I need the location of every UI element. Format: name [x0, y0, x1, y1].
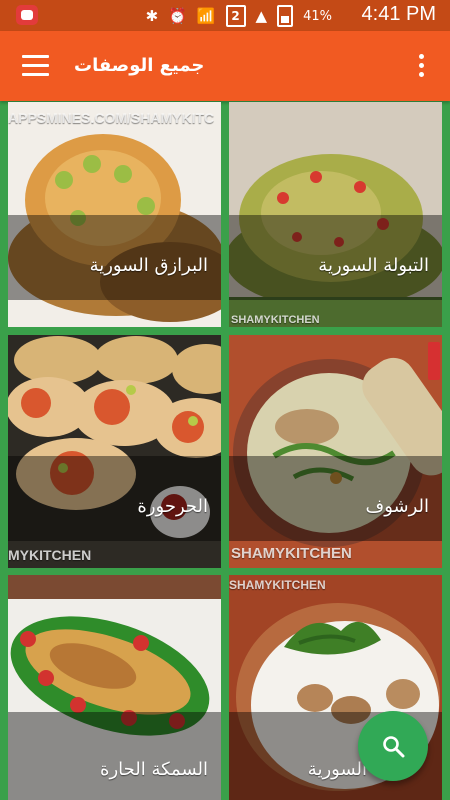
bluetooth-icon: ✱	[145, 7, 159, 25]
status-time: 4:41 PM	[361, 3, 436, 25]
search-icon	[383, 736, 405, 758]
recipe-card-spicy-fish[interactable]: السمكة الحارة	[8, 575, 221, 800]
recipe-label-overlay: السمكة الحارة	[8, 712, 221, 800]
photo-watermark: SHAMYKITCHEN	[231, 314, 320, 326]
recipe-label-overlay: الحرحورة	[8, 456, 221, 541]
sim-badge: 2	[225, 5, 246, 27]
status-bar: ✱ ⏰ 📶 2 ▲ 41% 4:41 PM	[0, 0, 450, 31]
recipe-grid: SHAMYKITCHEN التبولة السورية APPSMINES.C…	[0, 101, 450, 800]
app-bar: جميع الوصفات	[0, 31, 450, 101]
battery-percent: 41%	[303, 8, 332, 24]
recipe-card-rashouf[interactable]: SHAMYKITCHEN الرشوف	[229, 335, 442, 568]
alarm-icon: ⏰	[168, 7, 187, 25]
status-icons: ✱ ⏰ 📶 2 ▲ 41%	[146, 4, 332, 28]
battery-icon	[277, 5, 294, 27]
search-fab[interactable]	[358, 711, 428, 781]
recipe-title: البرازق السورية	[89, 255, 208, 276]
hamburger-menu-icon[interactable]	[22, 55, 49, 76]
recipe-title: الرشوف	[365, 496, 429, 517]
wifi-icon: 📶	[196, 7, 216, 25]
recipe-title: السورية	[307, 759, 367, 780]
recipe-card-tabbouleh[interactable]: SHAMYKITCHEN التبولة السورية	[229, 102, 442, 327]
recipe-card-barazek[interactable]: APPSMINES.COM/SHAMYKITC البرازق السورية	[8, 102, 221, 327]
photo-watermark: MYKITCHEN	[8, 547, 92, 563]
photo-watermark: APPSMINES.COM/SHAMYKITC	[8, 110, 215, 126]
recipe-card-harhoura[interactable]: MYKITCHEN الحرحورة	[8, 335, 221, 568]
vertical-dots-icon[interactable]	[418, 54, 426, 78]
app-notification-icon	[16, 5, 38, 25]
signal-icon: ▲	[255, 7, 268, 25]
recipe-label-overlay: الرشوف	[229, 456, 442, 541]
page-title: جميع الوصفات	[74, 55, 205, 76]
recipe-label-overlay: التبولة السورية	[229, 215, 442, 300]
recipe-label-overlay: البرازق السورية	[8, 215, 221, 300]
photo-watermark: SHAMYKITCHEN	[231, 545, 352, 562]
recipe-title: الحرحورة	[137, 496, 208, 517]
recipe-title: السمكة الحارة	[100, 759, 208, 780]
recipe-title: التبولة السورية	[318, 255, 429, 276]
photo-watermark: SHAMYKITCHEN	[229, 578, 326, 592]
